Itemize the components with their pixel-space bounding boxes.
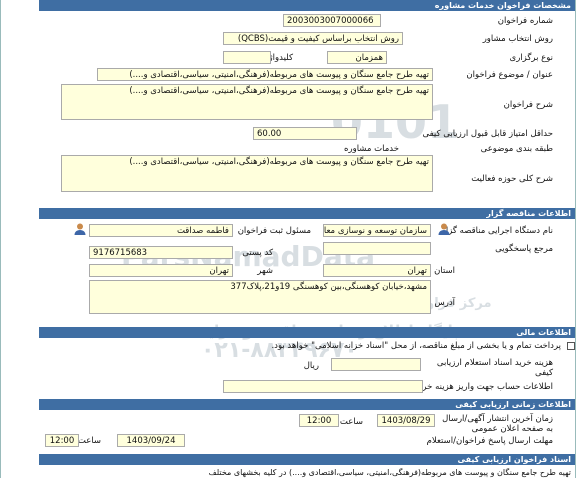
scope-field: تهیه طرح جامع سنگان و پیوست های مربوطه(ف…	[61, 155, 433, 192]
ad-deadline-time-field: 12:00	[299, 414, 339, 427]
tender-number-field: 2003003007000066	[283, 14, 381, 27]
label-org-name: نام دستگاه اجرایی مناقصه گزار	[441, 226, 553, 236]
label-tender-number: شماره فراخوان	[497, 16, 553, 26]
label-treasury-bonds: پرداخت تمام و یا بخشی از مبلغ مناقصه، از…	[271, 341, 561, 351]
label-account-info: اطلاعات حساب جهت واریز هزینه خرید	[415, 382, 553, 392]
section-header-financial: اطلاعات مالی	[39, 327, 575, 338]
label-province: استان	[434, 266, 455, 276]
label-response-time: ساعت	[77, 436, 101, 446]
reference-field	[323, 242, 431, 255]
keyword-field	[223, 51, 271, 64]
label-selection-method: روش انتخاب مشاور	[482, 34, 553, 44]
response-time-field: 12:00	[45, 434, 79, 447]
treasury-bonds-checkbox[interactable]	[567, 342, 575, 350]
section-header-tender: مشخصات فراخوان خدمات مشاوره	[39, 0, 575, 11]
org-name-field: سازمان توسعه و نوسازی معادن	[323, 224, 431, 237]
response-date-field: 1403/09/24	[117, 434, 185, 447]
label-subject: عنوان / موضوع فراخوان	[466, 70, 553, 80]
label-fee: هزینه خرید اسناد استعلام ارزیابی کیفی	[436, 358, 553, 378]
min-score-field: 60.00	[253, 127, 357, 140]
label-holding-type: نوع برگزاری	[509, 53, 553, 63]
category-value: خدمات مشاوره	[344, 144, 399, 154]
label-description: شرح فراخوان	[503, 100, 553, 110]
user-icon[interactable]	[437, 222, 451, 236]
section-header-docs: اسناد فراخوان ارزیابی کیفی	[39, 454, 575, 465]
label-min-score: حداقل امتیاز قابل قبول ارزیابی کیفی	[422, 129, 553, 139]
ad-deadline-date-field: 1403/08/29	[377, 414, 435, 427]
selection-method-field: روش انتخاب براساس کیفیت و قیمت(QCBS)	[223, 32, 403, 45]
label-rial: ریال	[303, 361, 319, 371]
responsible-field: فاطمه صداقت	[89, 224, 233, 237]
label-scope: شرح کلی حوزه فعالیت	[471, 174, 553, 184]
subject-field: تهیه طرح جامع سنگان و پیوست های مربوطه(ف…	[97, 68, 433, 81]
label-city: شهر	[257, 266, 273, 276]
label-response-deadline: مهلت ارسال پاسخ فراخوان/استعلام	[426, 436, 553, 446]
account-info-field	[223, 380, 423, 393]
label-ad-deadline: زمان آخرین انتشار آگهی/ارسال به صفحه اعل…	[442, 414, 553, 434]
label-address: آدرس	[434, 298, 455, 308]
holding-type-field: همزمان	[327, 51, 387, 64]
label-responsible: مسئول ثبت فراخوان	[237, 226, 311, 236]
description-field: تهیه طرح جامع سنگان و پیوست های مربوطه(ف…	[61, 84, 433, 120]
user-icon[interactable]	[73, 222, 87, 236]
city-field: تهران	[89, 264, 233, 277]
province-field: تهران	[323, 264, 431, 277]
docs-text: تهیه طرح جامع سنگان و پیوست های مربوطه(ف…	[208, 468, 572, 477]
section-header-timing: اطلاعات زمانی ارزیابی کیفی	[39, 399, 575, 410]
label-category: طبقه بندی موضوعی	[480, 144, 553, 154]
label-postal-code: کد پستی	[242, 248, 273, 258]
label-ad-deadline-time: ساعت	[339, 417, 363, 427]
fee-field	[331, 358, 421, 371]
tender-details-page: مشخصات فراخوان خدمات مشاوره 0101 ParsNam…	[0, 0, 576, 478]
section-header-org: اطلاعات مناقصه گزار	[39, 208, 575, 219]
label-reference: مرجع پاسخگویی	[495, 244, 553, 254]
address-field: مشهد،خیابان کوهسنگی،بین کوهسنگی 19و21،پل…	[89, 280, 431, 314]
postal-code-field: 9176715683	[89, 246, 233, 259]
